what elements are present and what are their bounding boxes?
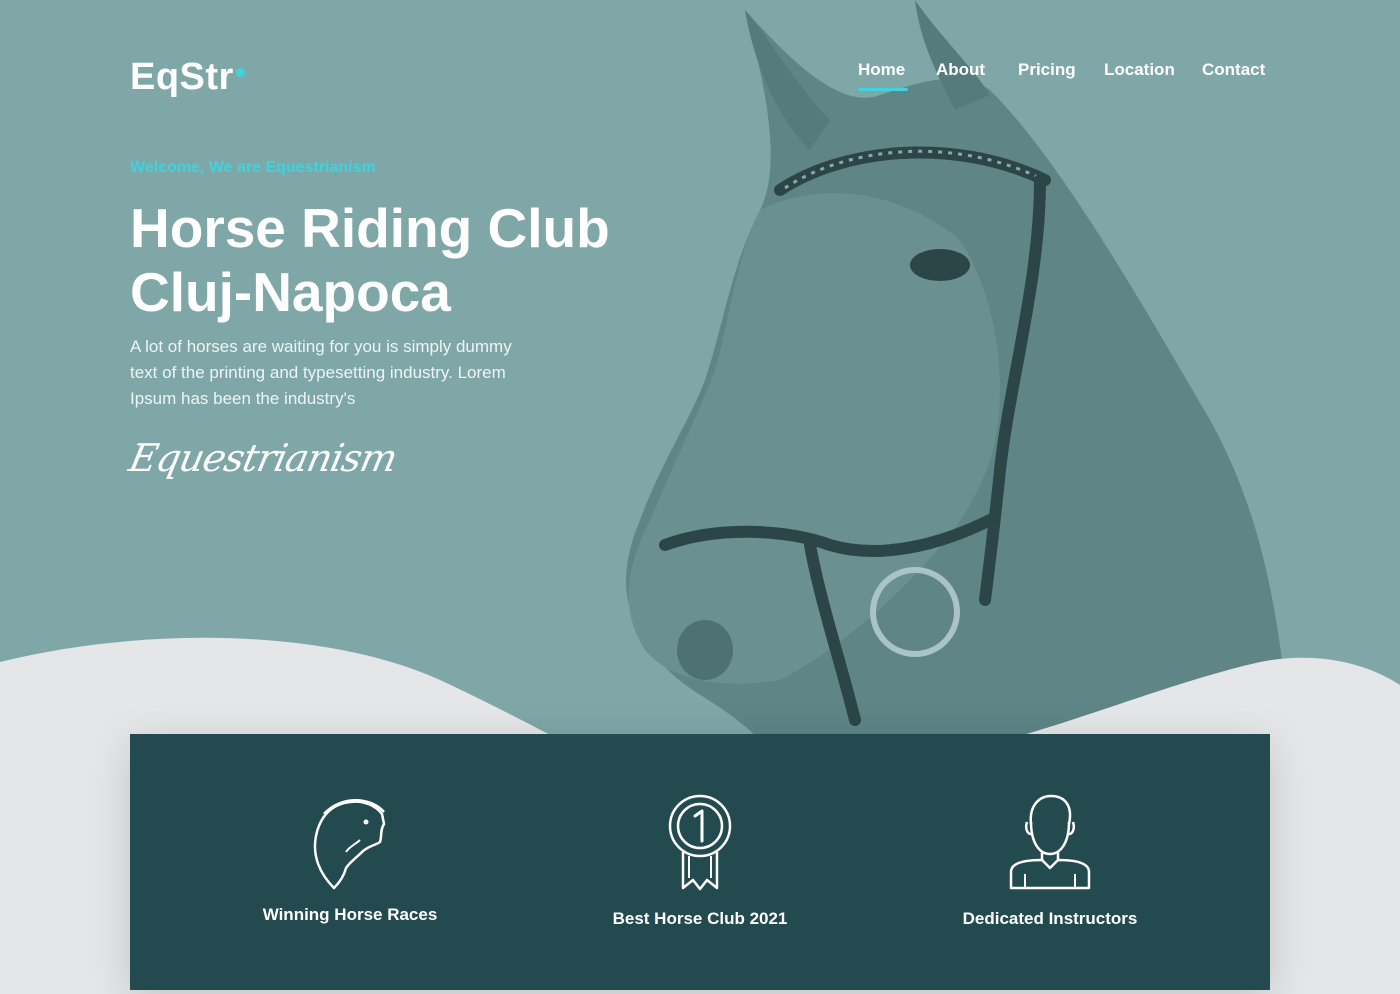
hero-intro: A lot of horses are waiting for you is s… <box>130 337 512 408</box>
feature-label: Best Horse Club 2021 <box>612 909 788 928</box>
feature-best-club: Best Horse Club 2021 <box>510 734 890 990</box>
horse-head-icon <box>313 799 386 890</box>
hero-headline-line1: Horse Riding Club <box>130 197 610 259</box>
hero-signature: Equestrianism <box>125 436 401 480</box>
feature-winning-races: Winning Horse Races <box>160 734 540 990</box>
hero-headline-line2: Cluj-Napoca <box>130 261 451 323</box>
nav-pricing[interactable]: Pricing <box>1018 60 1076 80</box>
main-nav: Home About Pricing Location Contact <box>0 60 1400 100</box>
nav-contact[interactable]: Contact <box>1202 60 1265 80</box>
feature-label: Dedicated Instructors <box>962 909 1138 928</box>
hero-section: EqStr Home About Pricing Location Contac… <box>0 0 1400 740</box>
instructor-icon <box>1009 794 1091 890</box>
medal-icon <box>668 794 732 891</box>
feature-instructors: Dedicated Instructors <box>860 734 1240 990</box>
hero-headline: Horse Riding Club Cluj-Napoca <box>130 196 690 324</box>
nav-active-indicator <box>858 88 908 91</box>
nav-location[interactable]: Location <box>1104 60 1175 80</box>
feature-label: Winning Horse Races <box>262 905 438 924</box>
features-panel: Winning Horse Races Best Horse Club 2021… <box>130 734 1270 990</box>
hero-eyebrow: Welcome, We are Equestrianism <box>130 159 376 176</box>
nav-about[interactable]: About <box>936 60 985 80</box>
nav-home[interactable]: Home <box>858 60 905 80</box>
